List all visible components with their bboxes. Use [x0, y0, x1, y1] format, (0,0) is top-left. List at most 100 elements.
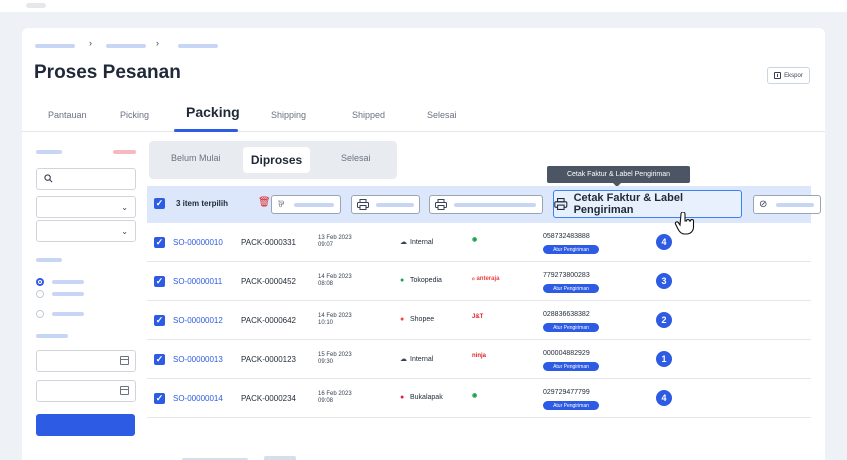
tab-shipping[interactable]: Shipping [271, 110, 306, 120]
button-label-placeholder [376, 203, 414, 207]
arrange-shipping-button[interactable]: Atur Pengiriman [543, 284, 599, 293]
so-number-link[interactable]: SO-00000011 [173, 277, 222, 286]
chevron-down-icon: ⌄ [121, 227, 128, 236]
date-label-placeholder [36, 334, 68, 338]
toolbar-complete-button[interactable]: ⊘ [753, 195, 821, 214]
tab-pantauan[interactable]: Pantauan [48, 110, 87, 120]
radio-group-label-placeholder [36, 258, 62, 262]
tab-picking[interactable]: Picking [120, 110, 149, 120]
button-label-placeholder [454, 203, 536, 207]
tab-packing[interactable]: Packing [186, 104, 240, 120]
so-number-link[interactable]: SO-00000010 [173, 238, 223, 247]
channel-icon: ● [400, 277, 405, 284]
table-row[interactable]: ✓ SO-00000013 PACK-0000123 15 Feb 2023 09… [147, 340, 811, 379]
row-checkbox[interactable]: ✓ [154, 276, 165, 287]
radio-label-placeholder [52, 280, 84, 284]
breadcrumb-item-2[interactable] [106, 44, 146, 48]
tracking-number: 000004882929 [543, 350, 590, 357]
toolbar-print-button-2[interactable] [429, 195, 543, 214]
gosend-logo: ◉ [472, 393, 478, 399]
printer-icon [357, 199, 369, 210]
pack-number: PACK-0000234 [241, 394, 296, 403]
reset-filter-link[interactable] [113, 150, 136, 154]
channel: ● Shopee [400, 316, 435, 323]
channel-icon: ● [400, 394, 405, 401]
order-date: 13 Feb 2023 09:07 [318, 235, 352, 248]
arrange-shipping-button[interactable]: Atur Pengiriman [543, 401, 599, 410]
apply-filter-button[interactable] [36, 414, 135, 436]
tab-selesai[interactable]: Selesai [427, 110, 457, 120]
item-count-badge: 4 [656, 390, 672, 406]
breadcrumb-item-1[interactable] [35, 44, 75, 48]
arrange-shipping-button[interactable]: Atur Pengiriman [543, 323, 599, 332]
so-number-link[interactable]: SO-00000014 [173, 394, 223, 403]
page-size-placeholder[interactable] [264, 456, 296, 460]
breadcrumb-separator-icon: › [156, 38, 159, 48]
subtab-belum-mulai[interactable]: Belum Mulai [171, 153, 221, 163]
jnt-logo: J&T [472, 314, 484, 320]
radio-option-2[interactable] [36, 290, 44, 298]
item-count-badge: 2 [656, 312, 672, 328]
breadcrumb-item-3 [178, 44, 218, 48]
tracking-number: 029729477799 [543, 389, 590, 396]
tab-shipped[interactable]: Shipped [352, 110, 385, 120]
chevron-down-icon: ⌄ [121, 203, 128, 212]
so-number-link[interactable]: SO-00000012 [173, 316, 223, 325]
export-button[interactable]: Ekspor [767, 67, 810, 84]
end-date-field[interactable] [36, 380, 136, 402]
button-label-placeholder [776, 203, 814, 207]
row-checkbox[interactable]: ✓ [154, 393, 165, 404]
start-date-field[interactable] [36, 350, 136, 372]
so-number-link[interactable]: SO-00000013 [173, 355, 223, 364]
radio-option-3[interactable] [36, 310, 44, 318]
pack-number: PACK-0000452 [241, 277, 296, 286]
subtab-selesai[interactable]: Selesai [341, 153, 371, 163]
channel-icon: ☁ [400, 239, 407, 246]
pack-icon: ⅌ [278, 199, 284, 209]
hand-pointer-icon [674, 212, 695, 235]
table-row[interactable]: ✓ SO-00000010 PACK-0000331 13 Feb 2023 09… [147, 223, 811, 262]
row-checkbox[interactable]: ✓ [154, 237, 165, 248]
item-count-badge: 4 [656, 234, 672, 250]
process-tabs: Pantauan Picking Packing Shipping Shippe… [22, 104, 825, 132]
table-row[interactable]: ✓ SO-00000011 PACK-0000452 14 Feb 2023 08… [147, 262, 811, 301]
item-count-badge: 3 [656, 273, 672, 289]
search-input[interactable] [36, 168, 136, 190]
filter-dropdown-1[interactable]: ⌄ [36, 196, 136, 218]
delete-icon[interactable]: 🗑 [258, 197, 271, 208]
arrange-shipping-button[interactable]: Atur Pengiriman [543, 245, 599, 254]
export-icon [774, 72, 782, 79]
table-row[interactable]: ✓ SO-00000012 PACK-0000642 14 Feb 2023 10… [147, 301, 811, 340]
filter-title-placeholder [36, 150, 62, 154]
button-label-placeholder [294, 203, 334, 207]
order-date: 14 Feb 2023 10:10 [318, 313, 352, 326]
channel-icon: ● [400, 316, 405, 323]
table-toolbar: ✓ 3 item terpilih 🗑 ⅌ Cetak Faktur & Lab… [147, 186, 821, 223]
page-title: Proses Pesanan [34, 62, 181, 83]
search-icon [44, 174, 53, 183]
subtab-diproses[interactable]: Diproses [243, 147, 310, 173]
toolbar-print-button-1[interactable] [351, 195, 420, 214]
radio-option-1[interactable] [36, 278, 44, 286]
selected-count: 3 item terpilih [176, 199, 229, 208]
arrange-shipping-button[interactable]: Atur Pengiriman [543, 362, 599, 371]
print-invoice-label-button[interactable]: Cetak Faktur & Label Pengiriman [553, 190, 742, 218]
tracking-number: 028836638382 [543, 311, 590, 318]
ninja-logo: ninja [472, 353, 487, 359]
print-tooltip: Cetak Faktur & Label Pengiriman [547, 166, 690, 187]
toolbar-pack-button[interactable]: ⅌ [271, 195, 341, 214]
active-tab-indicator [174, 129, 238, 132]
row-checkbox[interactable]: ✓ [154, 315, 165, 326]
calendar-icon [120, 356, 129, 365]
table-row[interactable]: ✓ SO-00000014 PACK-0000234 16 Feb 2023 09… [147, 379, 811, 418]
pack-number: PACK-0000123 [241, 355, 296, 364]
select-all-checkbox[interactable]: ✓ [154, 198, 165, 209]
channel: ☁ Internal [400, 239, 434, 246]
tracking-number: 058732483888 [543, 233, 590, 240]
channel-icon: ☁ [400, 356, 407, 363]
filter-dropdown-2[interactable]: ⌄ [36, 220, 136, 242]
row-checkbox[interactable]: ✓ [154, 354, 165, 365]
printer-icon [554, 198, 568, 210]
export-label: Ekspor [784, 72, 803, 79]
check-circle-icon: ⊘ [759, 199, 768, 210]
